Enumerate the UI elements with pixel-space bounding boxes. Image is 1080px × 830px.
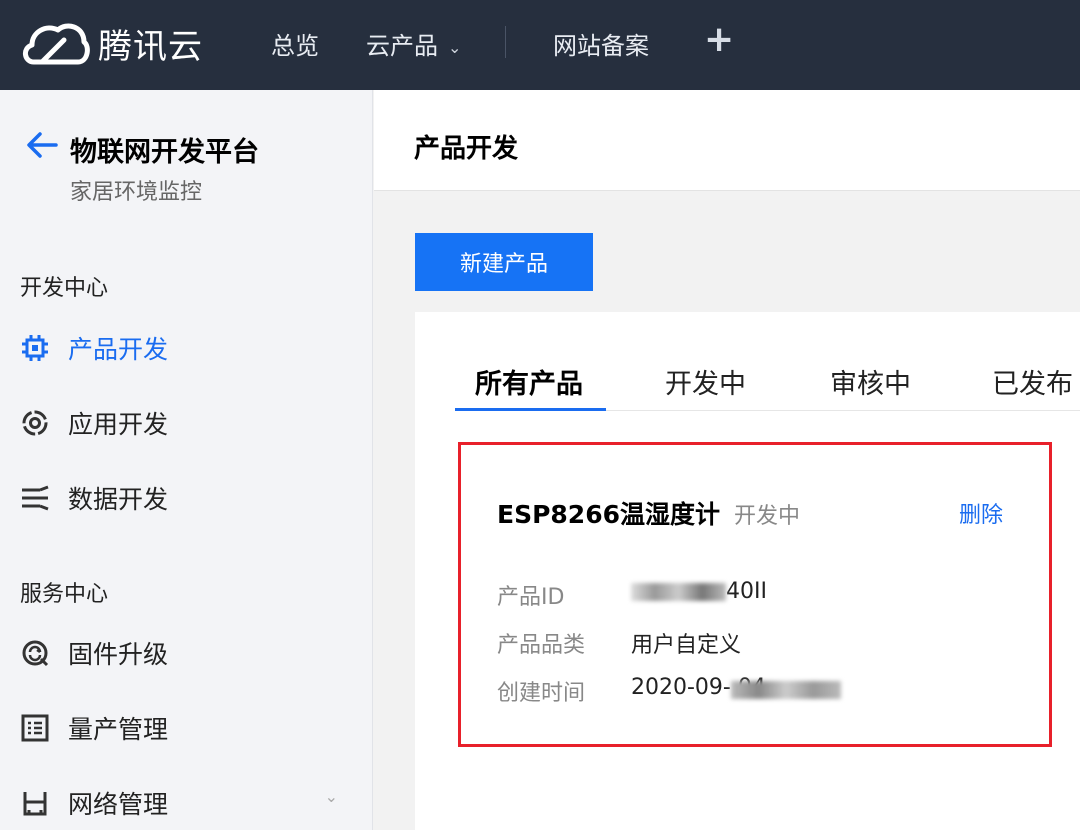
section-service-center: 服务中心 <box>20 582 109 607</box>
sidebar-item-label: 应用开发 <box>68 410 169 439</box>
sidebar-item-firmware[interactable]: 固件升级 <box>20 631 350 675</box>
sidebar-item-label: 量产管理 <box>68 715 169 744</box>
tab-in-review[interactable]: 审核中 <box>830 362 911 411</box>
created-time-label: 创建时间 <box>497 681 586 706</box>
list-doc-icon <box>21 714 49 742</box>
brand-logo[interactable]: 腾讯云 <box>20 18 203 68</box>
project-name: 家居环境监控 <box>70 180 203 205</box>
tab-published[interactable]: 已发布 <box>992 362 1073 411</box>
section-dev-center: 开发中心 <box>20 276 109 301</box>
chevron-down-icon[interactable]: ⌄ <box>325 787 338 806</box>
product-name[interactable]: ESP8266温湿度计 <box>497 495 720 531</box>
sidebar-item-label: 产品开发 <box>68 335 169 364</box>
status-badge: 开发中 <box>734 504 801 529</box>
redacted-block <box>631 583 726 601</box>
plus-icon[interactable]: + <box>704 20 734 60</box>
tab-in-development[interactable]: 开发中 <box>665 362 746 411</box>
redacted-block <box>731 681 841 699</box>
sidebar: 物联网开发平台 家居环境监控 开发中心 产品开发 应用开发 数据开发 服务中心 … <box>0 90 373 830</box>
nav-overview[interactable]: 总览 <box>271 26 319 61</box>
category-label: 产品品类 <box>497 633 586 658</box>
tab-all-products[interactable]: 所有产品 <box>455 362 606 411</box>
sidebar-item-data-dev[interactable]: 数据开发 <box>20 476 350 520</box>
main-header: 产品开发 <box>374 90 1080 191</box>
network-icon <box>23 792 47 816</box>
platform-title: 物联网开发平台 <box>70 137 259 168</box>
product-tabs: 所有产品 开发中 审核中 已发布 <box>455 362 1080 411</box>
page-title: 产品开发 <box>414 134 519 164</box>
sidebar-item-product-dev[interactable]: 产品开发 <box>20 326 350 370</box>
sidebar-item-network[interactable]: 网络管理 ⌄ <box>20 781 350 825</box>
product-id-value: 40II <box>631 579 767 604</box>
back-arrow-icon[interactable] <box>24 130 60 160</box>
sidebar-item-mass-production[interactable]: 量产管理 <box>20 706 350 750</box>
data-flow-icon <box>22 485 49 511</box>
chevron-down-icon: ⌄ <box>448 37 462 57</box>
new-product-button[interactable]: 新建产品 <box>415 233 593 291</box>
top-navigation-bar: 腾讯云 总览 云产品 ⌄ 网站备案 + <box>0 0 1080 90</box>
product-id-label: 产品ID <box>497 585 565 610</box>
category-value: 用户自定义 <box>631 633 742 658</box>
firmware-icon <box>22 640 49 667</box>
product-card[interactable]: ESP8266温湿度计 开发中 删除 产品ID 40II 产品品类 用户自定义 … <box>458 442 1052 747</box>
nav-cloud-products-label: 云产品 <box>366 32 438 60</box>
nav-divider <box>505 26 506 58</box>
cloud-logo-icon <box>23 23 90 65</box>
brand-name: 腾讯云 <box>98 26 203 67</box>
nav-website-filing[interactable]: 网站备案 <box>553 26 649 61</box>
nav-cloud-products[interactable]: 云产品 ⌄ <box>366 26 461 61</box>
sidebar-item-app-dev[interactable]: 应用开发 <box>20 401 350 445</box>
delete-link[interactable]: 删除 <box>959 497 1003 529</box>
chip-icon <box>22 335 48 361</box>
app-dev-icon <box>22 410 48 436</box>
product-id-suffix: 40II <box>726 579 767 604</box>
sidebar-item-label: 网络管理 <box>68 790 169 819</box>
sidebar-item-label: 固件升级 <box>68 640 169 669</box>
sidebar-item-label: 数据开发 <box>68 485 169 514</box>
